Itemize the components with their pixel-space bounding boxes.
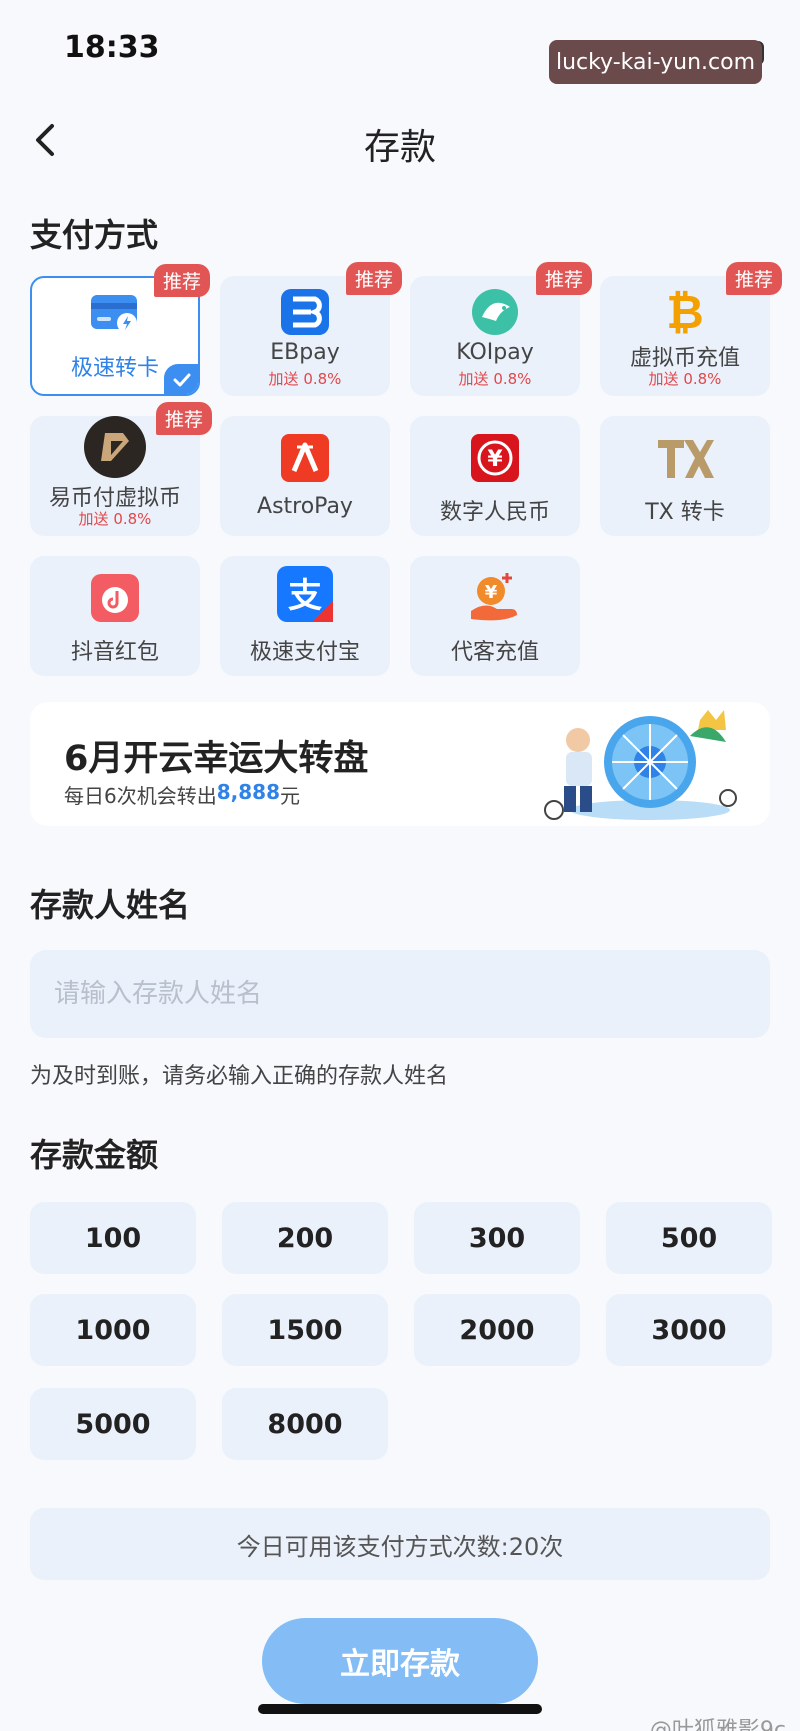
agent-recharge-icon: ¥ [471,573,517,621]
submit-deposit-button[interactable]: 立即存款 [262,1618,538,1704]
douyin-redpacket-icon [91,574,139,622]
usage-count-box: 今日可用该支付方式次数:20次 [30,1508,770,1580]
pay-method-douyin[interactable]: 抖音红包 [30,556,200,676]
ebpay-icon [281,289,329,335]
recommend-badge: 推荐 [155,402,212,435]
koipay-fish-icon [472,289,518,335]
banner-sub-prefix: 每日6次机会转出 [64,784,217,808]
amount-option[interactable]: 100 [30,1202,196,1274]
pay-method-agent[interactable]: ¥ 代客充值 [410,556,580,676]
pay-method-name: TX 转卡 [645,500,725,525]
pay-method-bonus: 加送 0.8% [78,510,152,528]
pay-method-yibifu[interactable]: 易币付虚拟币 加送 0.8% 推荐 [30,402,212,536]
depositor-hint: 为及时到账，请务必输入正确的存款人姓名 [30,1064,449,1089]
selected-check-icon [164,364,198,394]
amount-option[interactable]: 500 [606,1202,772,1274]
pay-method-bonus: 加送 0.8% [458,370,532,388]
pay-method-name: 极速支付宝 [249,640,360,665]
pay-method-name: AstroPay [257,494,353,519]
amount-option[interactable]: 1000 [30,1294,196,1366]
amount-option[interactable]: 200 [222,1202,388,1274]
amount-option[interactable]: 300 [414,1202,580,1274]
status-time: 18:33 [64,30,160,65]
pay-method-astropay[interactable]: AstroPay [220,416,390,536]
pay-method-fast-card[interactable]: 极速转卡 推荐 [30,264,210,396]
yibifu-icon [84,416,146,478]
pay-method-alipay[interactable]: 支 极速支付宝 [220,556,390,676]
card-flash-icon [91,295,137,333]
pay-method-bonus: 加送 0.8% [648,370,722,388]
svg-text:₿: ₿ [666,286,704,338]
lucky-wheel-illustration [544,710,737,820]
banner-title: 6月开云幸运大转盘 [64,739,369,779]
pay-method-ebpay[interactable]: EBpay 加送 0.8% 推荐 [220,262,402,396]
pay-method-digital-rmb[interactable]: ¥ 数字人民币 [410,416,580,536]
home-indicator[interactable] [258,1704,542,1714]
tx-icon [658,440,714,478]
amount-option[interactable]: 2000 [414,1294,580,1366]
credit-watermark: @叶狐雅影9c [649,1718,786,1731]
pay-method-koipay[interactable]: KOIpay 加送 0.8% 推荐 [410,262,592,396]
pay-method-bonus: 加送 0.8% [268,370,342,388]
recommend-badge: 推荐 [153,264,210,297]
recommend-badge: 推荐 [345,262,402,295]
amount-option[interactable]: 8000 [222,1388,388,1460]
digital-rmb-icon: ¥ [471,434,519,482]
watermark-label: lucky-kai-yun.com [549,40,762,84]
bitcoin-icon: ₿ [666,286,704,338]
recommend-badge: 推荐 [535,262,592,295]
pay-method-tx-card[interactable]: TX 转卡 [600,416,770,536]
pay-method-name: KOIpay [456,340,534,365]
svg-text:¥: ¥ [487,447,503,472]
svg-text:¥: ¥ [485,582,498,603]
pay-method-name: 数字人民币 [439,500,550,525]
pay-method-name: 代客充值 [450,640,539,665]
banner-sub-suffix: 元 [280,784,300,808]
amount-option[interactable]: 5000 [30,1388,196,1460]
amount-section-title: 存款金额 [30,1136,159,1174]
amount-option[interactable]: 3000 [606,1294,772,1366]
usage-count-text: 今日可用该支付方式次数:20次 [236,1532,564,1561]
recommend-badge: 推荐 [725,262,782,295]
banner-sub-amount: 8,888 [216,780,280,804]
pay-method-crypto[interactable]: ₿ 虚拟币充值 加送 0.8% 推荐 [600,262,782,396]
depositor-section-title: 存款人姓名 [30,886,191,924]
banner-subtitle: 每日6次机会转出 8,888 元 [64,780,300,809]
pay-method-name: 抖音红包 [70,640,159,665]
pay-method-name: EBpay [270,340,340,365]
alipay-icon: 支 [277,566,333,622]
nav-bar: 存款 [0,100,800,180]
svg-text:支: 支 [288,576,322,616]
depositor-name-input[interactable] [30,950,770,1038]
astropay-icon [281,434,329,482]
promo-banner[interactable]: 6月开云幸运大转盘 每日6次机会转出 8,888 元 [30,702,770,826]
status-bar: 18:33 4G 48 lucky-kai-yun.com [0,0,800,90]
amount-option[interactable]: 1500 [222,1294,388,1366]
page-title: 存款 [363,127,436,168]
payment-section-title: 支付方式 [30,216,159,254]
